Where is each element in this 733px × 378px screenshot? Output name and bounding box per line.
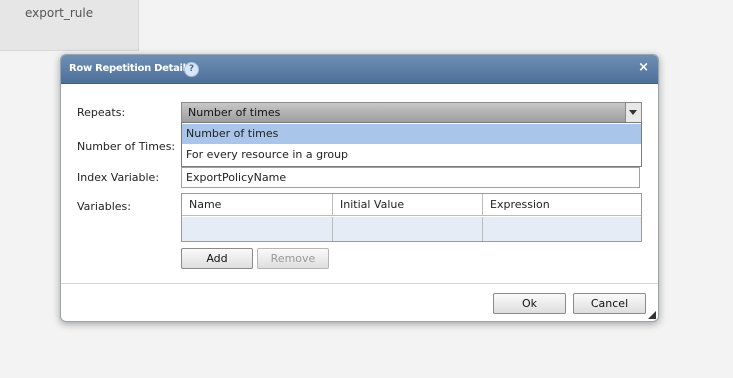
cancel-button[interactable]: Cancel [573, 293, 646, 314]
chevron-down-icon[interactable] [625, 103, 641, 122]
repeats-option-number-of-times[interactable]: Number of times [182, 124, 641, 144]
column-header-initial-value[interactable]: Initial Value [333, 194, 483, 216]
repeats-option-every-resource[interactable]: For every resource in a group [182, 145, 641, 165]
number-of-times-label: Number of Times: [77, 140, 176, 153]
row-repetition-dialog: Row Repetition Details ? × Repeats: Numb… [60, 54, 659, 322]
background-tab-label: export_rule [25, 6, 94, 20]
table-cell-name[interactable] [182, 217, 333, 241]
dialog-title: Row Repetition Details [69, 63, 192, 74]
repeats-dropdown-list: Number of times For every resource in a … [181, 122, 642, 167]
footer-divider [61, 283, 658, 284]
add-button[interactable]: Add [181, 248, 253, 269]
table-cell-initial-value[interactable] [333, 217, 483, 241]
column-header-name[interactable]: Name [182, 194, 333, 216]
index-variable-value: ExportPolicyName [186, 171, 287, 184]
variables-label: Variables: [77, 200, 131, 213]
variables-table: Name Initial Value Expression [181, 193, 642, 242]
close-icon[interactable]: × [638, 60, 649, 75]
dialog-titlebar[interactable]: Row Repetition Details ? × [61, 55, 658, 84]
index-variable-field[interactable]: ExportPolicyName [181, 167, 640, 188]
help-icon[interactable]: ? [184, 62, 199, 77]
background-tab[interactable]: export_rule [0, 0, 139, 51]
remove-button[interactable]: Remove [257, 248, 329, 269]
repeats-label: Repeats: [77, 106, 126, 119]
ok-button[interactable]: Ok [493, 293, 566, 314]
repeats-select-value: Number of times [188, 106, 281, 119]
table-cell-expression[interactable] [483, 217, 641, 241]
column-header-expression[interactable]: Expression [483, 194, 641, 216]
index-variable-label: Index Variable: [77, 171, 160, 184]
repeats-select[interactable]: Number of times [181, 102, 642, 123]
resize-grip-icon[interactable] [648, 311, 656, 319]
